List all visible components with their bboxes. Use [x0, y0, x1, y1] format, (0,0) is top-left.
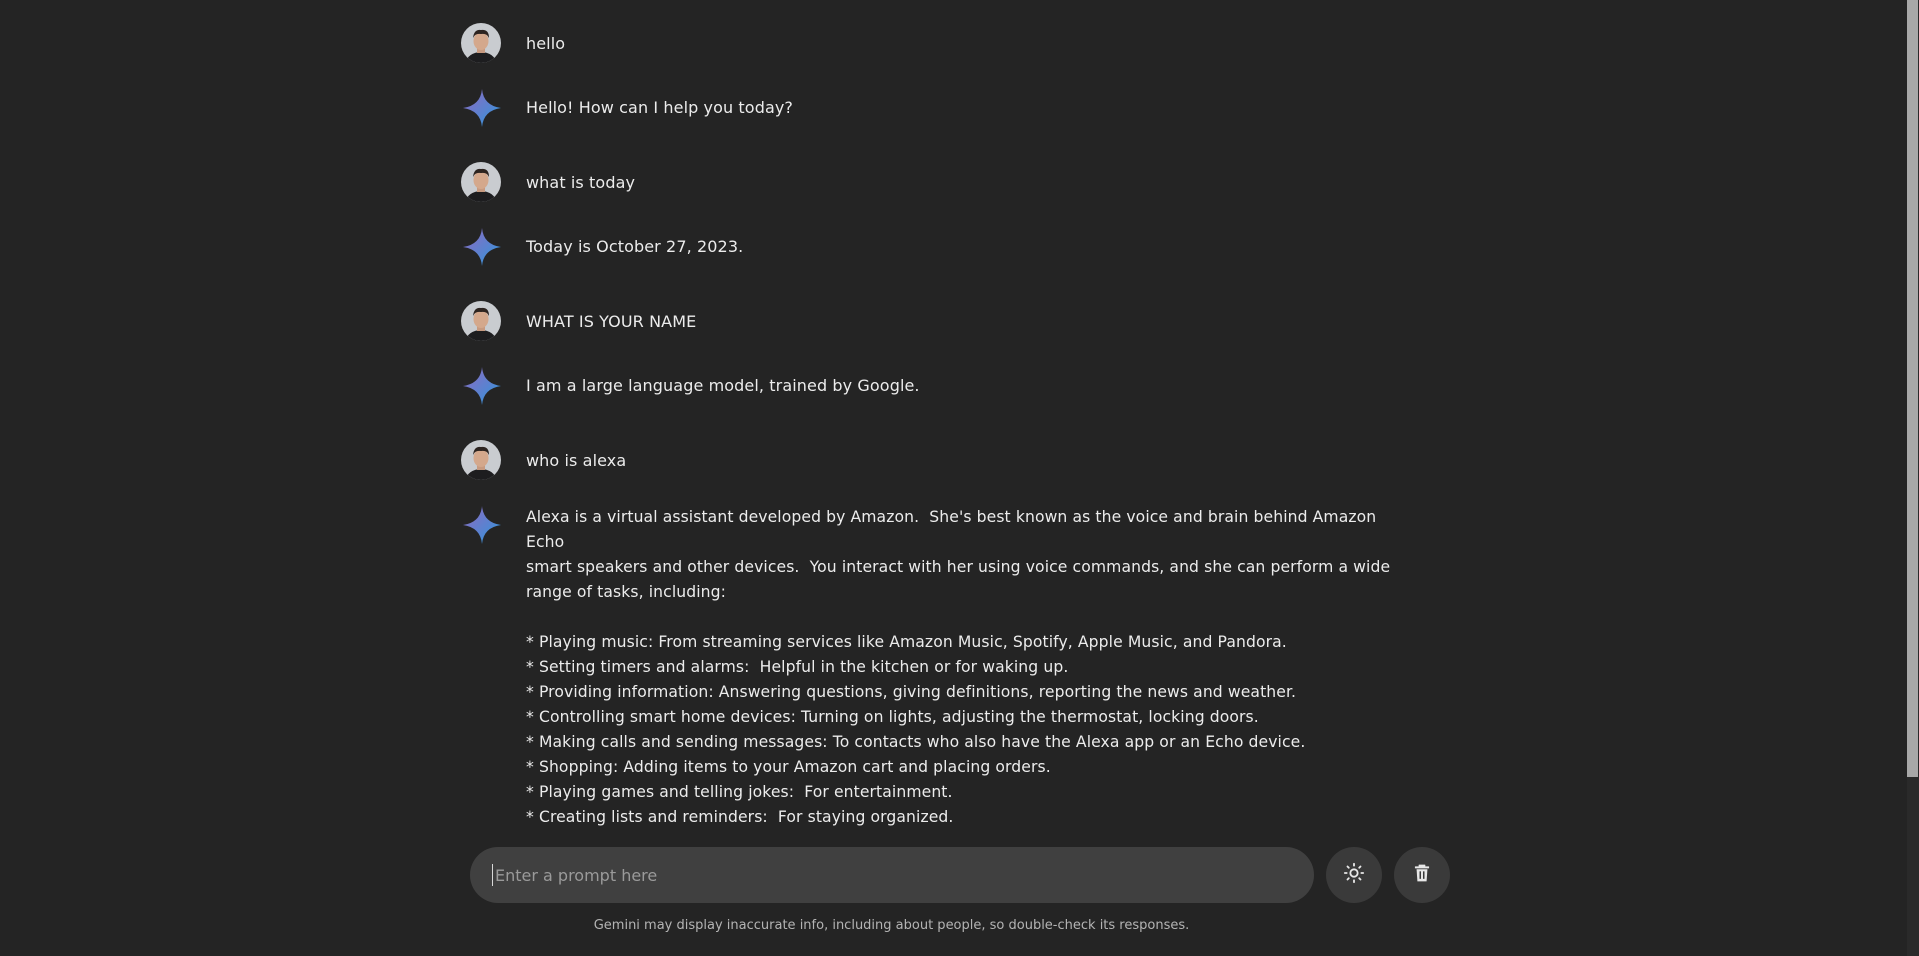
message-text: who is alexa: [526, 451, 627, 470]
model-message: Hello! How can I help you today?: [461, 88, 1421, 128]
prompt-bar: [470, 847, 1314, 903]
user-avatar: [461, 440, 501, 480]
theme-toggle-button[interactable]: [1326, 847, 1382, 903]
prompt-input[interactable]: [492, 864, 1292, 886]
message-text: I am a large language model, trained by …: [526, 376, 920, 395]
message-text: WHAT IS YOUR NAME: [526, 312, 697, 331]
chat-history: hello Hello! How can I help you today? w…: [0, 0, 1919, 830]
scrollbar-track[interactable]: [1907, 0, 1919, 956]
clear-chat-button[interactable]: [1394, 847, 1450, 903]
gemini-sparkle-icon: [462, 88, 502, 128]
sun-icon: [1343, 862, 1365, 888]
user-avatar: [461, 162, 501, 202]
message-text: Alexa is a virtual assistant developed b…: [526, 508, 1391, 826]
gemini-sparkle-icon: [462, 505, 502, 545]
gemini-sparkle-icon: [462, 227, 502, 267]
model-message: Alexa is a virtual assistant developed b…: [461, 505, 1421, 826]
model-message: I am a large language model, trained by …: [461, 366, 1421, 406]
scrollbar-thumb[interactable]: [1907, 0, 1918, 777]
model-message: Today is October 27, 2023.: [461, 227, 1421, 267]
user-message: what is today: [461, 162, 1421, 202]
user-avatar: [461, 301, 501, 341]
message-text: what is today: [526, 173, 636, 192]
message-text: hello: [526, 34, 566, 53]
user-message: who is alexa: [461, 440, 1421, 480]
message-text: Hello! How can I help you today?: [526, 98, 794, 117]
user-message: WHAT IS YOUR NAME: [461, 301, 1421, 341]
disclaimer-text: Gemini may display inaccurate info, incl…: [593, 918, 1190, 933]
message-text: Today is October 27, 2023.: [526, 237, 744, 256]
gemini-sparkle-icon: [462, 366, 502, 406]
user-avatar: [461, 23, 501, 63]
user-message: hello: [461, 23, 1421, 63]
trash-icon: [1412, 863, 1432, 887]
